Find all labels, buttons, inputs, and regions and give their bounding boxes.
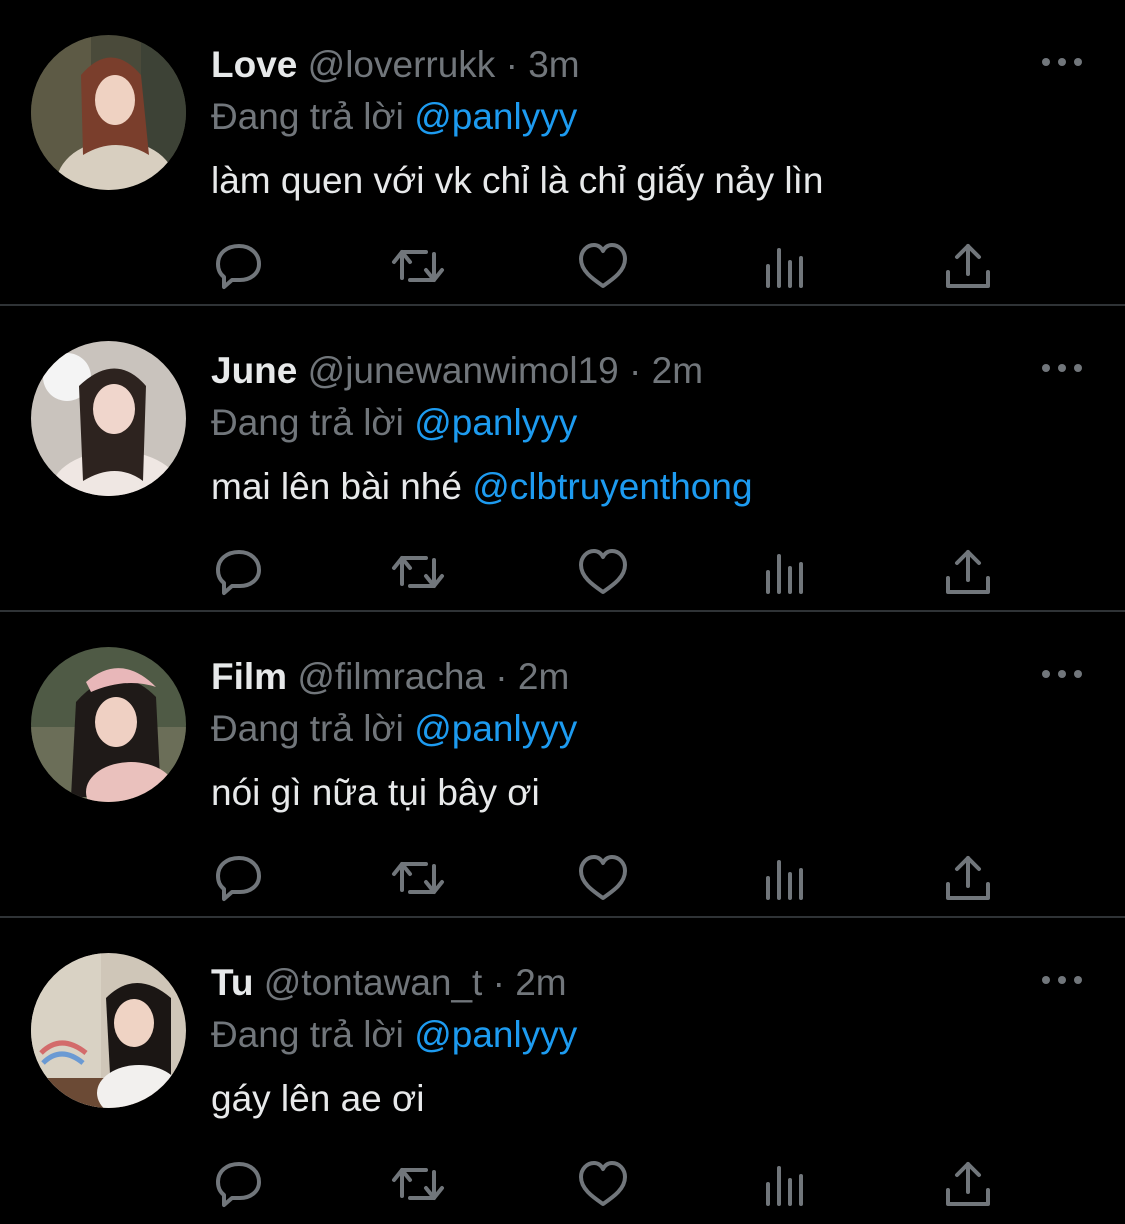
display-name[interactable]: Film — [211, 656, 287, 697]
views-chart-icon[interactable] — [758, 850, 814, 906]
avatar[interactable] — [31, 953, 186, 1108]
timestamp[interactable]: 2m — [518, 656, 569, 697]
tweet-body: nói gì nữa tụi bây ơi — [211, 772, 540, 813]
reply-prefix: Đang trả lời — [211, 1014, 404, 1055]
tweet-text: mai lên bài nhé @clbtruyenthong — [211, 464, 753, 510]
more-dots-icon[interactable] — [1040, 970, 1084, 990]
reply-prefix: Đang trả lời — [211, 708, 404, 749]
retweet-icon[interactable] — [390, 238, 446, 294]
tweet-header: Tu @tontawan_t · 2m — [211, 960, 567, 1006]
tweet-header: June @junewanwimol19 · 2m — [211, 348, 703, 394]
user-handle[interactable]: @loverrukk — [308, 44, 496, 85]
tweet-body: mai lên bài nhé — [211, 466, 473, 507]
tweet-card[interactable]: Film @filmracha · 2m Đang trả lời @panly… — [0, 612, 1125, 918]
separator-dot: · — [505, 44, 518, 85]
heart-icon[interactable] — [575, 544, 631, 600]
tweet-text: làm quen với vk chỉ là chỉ giấy nảy lìn — [211, 158, 823, 204]
avatar[interactable] — [31, 647, 186, 802]
user-handle[interactable]: @filmracha — [297, 656, 485, 697]
share-upload-icon[interactable] — [940, 1156, 996, 1212]
user-handle[interactable]: @tontawan_t — [264, 962, 483, 1003]
reply-context: Đang trả lời @panlyyy — [211, 400, 577, 446]
reply-context: Đang trả lời @panlyyy — [211, 1012, 577, 1058]
tweet-card[interactable]: Love @loverrukk · 3m Đang trả lời @panly… — [0, 0, 1125, 306]
action-bar — [0, 1156, 1125, 1212]
retweet-icon[interactable] — [390, 850, 446, 906]
tweet-body: làm quen với vk chỉ là chỉ giấy nảy lìn — [211, 160, 824, 201]
more-dots-icon[interactable] — [1040, 358, 1084, 378]
reply-prefix: Đang trả lời — [211, 402, 404, 443]
separator-dot: · — [492, 962, 505, 1003]
reply-bubble-icon[interactable] — [210, 238, 266, 294]
avatar[interactable] — [31, 35, 186, 190]
reply-context: Đang trả lời @panlyyy — [211, 94, 577, 140]
share-upload-icon[interactable] — [940, 238, 996, 294]
reply-context: Đang trả lời @panlyyy — [211, 706, 577, 752]
tweet-card[interactable]: June @junewanwimol19 · 2m Đang trả lời @… — [0, 306, 1125, 612]
user-handle[interactable]: @junewanwimol19 — [308, 350, 619, 391]
share-upload-icon[interactable] — [940, 850, 996, 906]
tweet-mention[interactable]: @clbtruyenthong — [472, 466, 752, 507]
action-bar — [0, 850, 1125, 906]
retweet-icon[interactable] — [390, 1156, 446, 1212]
timestamp[interactable]: 2m — [652, 350, 703, 391]
reply-prefix: Đang trả lời — [211, 96, 404, 137]
heart-icon[interactable] — [575, 238, 631, 294]
separator-dot: · — [495, 656, 508, 697]
heart-icon[interactable] — [575, 850, 631, 906]
more-dots-icon[interactable] — [1040, 664, 1084, 684]
action-bar — [0, 238, 1125, 294]
display-name[interactable]: Tu — [211, 962, 253, 1003]
reply-to-mention[interactable]: @panlyyy — [414, 708, 577, 749]
timestamp[interactable]: 2m — [515, 962, 566, 1003]
reply-bubble-icon[interactable] — [210, 1156, 266, 1212]
views-chart-icon[interactable] — [758, 1156, 814, 1212]
tweet-header: Love @loverrukk · 3m — [211, 42, 580, 88]
views-chart-icon[interactable] — [758, 238, 814, 294]
action-bar — [0, 544, 1125, 600]
more-dots-icon[interactable] — [1040, 52, 1084, 72]
share-upload-icon[interactable] — [940, 544, 996, 600]
tweet-text: gáy lên ae ơi — [211, 1076, 425, 1122]
avatar[interactable] — [31, 341, 186, 496]
separator-dot: · — [629, 350, 642, 391]
reply-to-mention[interactable]: @panlyyy — [414, 1014, 577, 1055]
heart-icon[interactable] — [575, 1156, 631, 1212]
tweet-body: gáy lên ae ơi — [211, 1078, 425, 1119]
retweet-icon[interactable] — [390, 544, 446, 600]
reply-bubble-icon[interactable] — [210, 850, 266, 906]
display-name[interactable]: June — [211, 350, 297, 391]
reply-to-mention[interactable]: @panlyyy — [414, 96, 577, 137]
reply-to-mention[interactable]: @panlyyy — [414, 402, 577, 443]
tweet-header: Film @filmracha · 2m — [211, 654, 569, 700]
tweet-text: nói gì nữa tụi bây ơi — [211, 770, 540, 816]
reply-bubble-icon[interactable] — [210, 544, 266, 600]
timestamp[interactable]: 3m — [528, 44, 579, 85]
display-name[interactable]: Love — [211, 44, 297, 85]
tweet-card[interactable]: Tu @tontawan_t · 2m Đang trả lời @panlyy… — [0, 918, 1125, 1224]
views-chart-icon[interactable] — [758, 544, 814, 600]
